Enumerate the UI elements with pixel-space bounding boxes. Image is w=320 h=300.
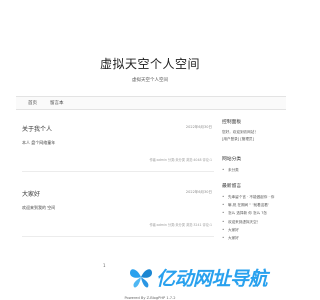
watermark: 亿动网址导航 (128, 262, 298, 292)
post-title[interactable]: 大家好 (22, 189, 40, 198)
watermark-text: 亿动网址导航 (156, 267, 268, 290)
categories-widget: 网站分类 • 未分类 (222, 155, 292, 174)
page-number[interactable]: 1 (103, 263, 106, 268)
welcome-text: 您好，欢迎到访网站！ (222, 130, 258, 134)
category-label: 未分类 (228, 168, 239, 172)
site-subtitle: 虚拟天空个人空间 (132, 78, 168, 83)
control-panel-title: 控制面板 (222, 120, 242, 125)
post-divider (22, 171, 214, 172)
footer-text: Powered By Z-BlogPHP 1.7.2 (124, 296, 176, 300)
post-excerpt: 本人 盘个网络童年 (22, 140, 56, 145)
nav-item-home[interactable]: 首页 (28, 100, 37, 106)
comment-text: 大家好 (228, 236, 239, 241)
control-panel-widget: 控制面板 您好，欢迎到访网站！ [用户登录] [管理员] (222, 118, 292, 143)
site-header: 虚拟天空个人空间 虚拟天空个人空间 (0, 0, 300, 92)
pagination[interactable]: 1 (103, 263, 106, 268)
post-date: 2022年6月30日 (185, 190, 212, 194)
butterfly-logo-icon (130, 269, 152, 288)
recent-comments-widget: 最新留言 • 先辈留个言 · 不能做起你 · 你 • 嘛,祝 在期间 '' '就着这… (222, 182, 292, 242)
comment-item[interactable]: • 嘛,祝 在期间 '' '就着这看' (222, 201, 292, 209)
login-links[interactable]: [用户登录] [管理员] (222, 136, 292, 143)
post-title[interactable]: 关于我个人 (22, 124, 52, 133)
categories-title: 网站分类 (222, 157, 242, 162)
post-meta: 作者:admin 分类:未分类 浏览:4048 评论:1 (149, 158, 212, 162)
recent-comments-title: 最新留言 (222, 184, 242, 189)
category-item[interactable]: • 未分类 (222, 166, 292, 174)
post-date: 2022年6月30日 (185, 125, 212, 129)
comment-item[interactable]: • 欢迎来到虚拟天空！ (222, 218, 292, 226)
post-excerpt: 欢迎来到我的 空间 (22, 205, 56, 210)
comment-text: 嘛,祝 在期间 '' '就着这看' (228, 203, 269, 208)
post-card: 关于我个人 2022年6月30日 本人 盘个网络童年 作者:admin 分类:未… (16, 120, 214, 172)
comment-text: 大家好 (228, 227, 239, 232)
comment-text: 先辈留个言 · 不能做起你 · 你 (228, 195, 275, 199)
comment-text: 怎么 选择新 你 怎么 ?怎 (228, 211, 267, 216)
site-title[interactable]: 虚拟天空个人空间 (0, 55, 300, 72)
post-divider (22, 236, 214, 237)
footer: Powered By Z-BlogPHP 1.7.2 (0, 296, 300, 300)
comment-text: 欢迎来到虚拟天空！ (228, 219, 261, 224)
comment-item[interactable]: • 大家好 (222, 234, 292, 242)
nav-item-guestbook[interactable]: 留言本 (50, 100, 64, 106)
post-meta: 作者:admin 分类:未分类 浏览:3241 评论:1 (149, 223, 212, 227)
post-card: 大家好 2022年6月30日 欢迎来到我的 空间 作者:admin 分类:未分类… (16, 185, 214, 237)
comment-item[interactable]: • 先辈留个言 · 不能做起你 · 你 (222, 193, 292, 201)
main-nav: 首页 留言本 (16, 96, 286, 110)
comment-item[interactable]: • 大家好 (222, 226, 292, 234)
comment-item[interactable]: • 怎么 选择新 你 怎么 ?怎 (222, 209, 292, 217)
